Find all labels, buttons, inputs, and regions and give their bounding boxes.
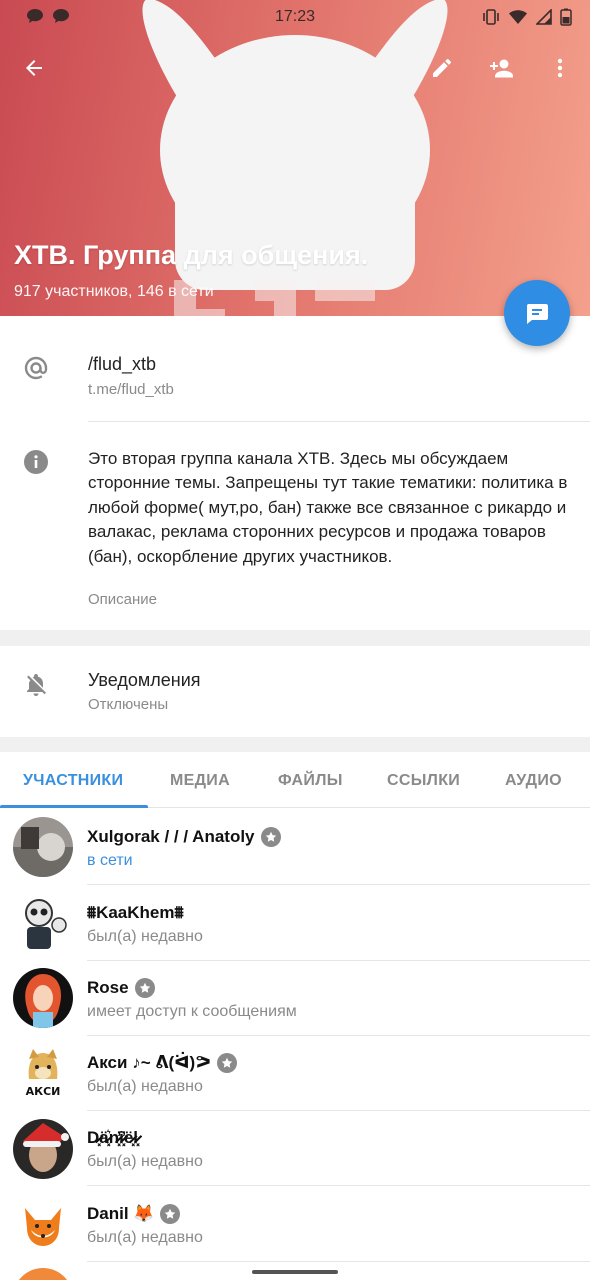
status-bar: 17:23 xyxy=(0,0,590,34)
member-name: Rose xyxy=(87,978,129,997)
group-title: XTB. Группа для общения. xyxy=(14,240,369,270)
member-status: был(а) недавно xyxy=(87,1078,203,1095)
member-name: Xulgorak / / / Anatoly xyxy=(87,827,255,846)
vibrate-icon xyxy=(483,9,499,25)
member-name: Акси ♪~ ᕕ(ᐛ)ᕗ xyxy=(87,1053,211,1072)
gesture-home-bar[interactable] xyxy=(252,1270,338,1274)
notifications-title: Уведомления xyxy=(88,670,201,690)
member-name: Danil 🦊 xyxy=(87,1204,155,1223)
wifi-icon xyxy=(509,10,527,24)
admin-star-icon xyxy=(134,978,155,998)
signal-icon xyxy=(536,9,552,25)
member-status: был(а) недавно xyxy=(87,1229,203,1246)
at-sign-icon xyxy=(22,354,50,382)
info-icon xyxy=(22,448,50,476)
edit-button[interactable] xyxy=(422,48,462,88)
section-gap xyxy=(0,630,590,646)
member-row[interactable]: Xulgorak / / / Anatoly в сети xyxy=(0,809,590,885)
member-status: имеет доступ к сообщениям xyxy=(87,1003,297,1020)
member-row[interactable]: Danil 🦊 был(а) недавно xyxy=(0,1186,590,1262)
description-label: Описание xyxy=(88,591,158,608)
media-tabs: УЧАСТНИКИ МЕДИА ФАЙЛЫ ССЫЛКИ АУДИО xyxy=(0,752,590,808)
divider xyxy=(88,421,590,422)
pencil-icon xyxy=(433,59,451,77)
member-status: был(а) недавно xyxy=(87,928,203,945)
chat-bubble-icon xyxy=(527,304,548,324)
tab-members[interactable]: УЧАСТНИКИ xyxy=(23,772,123,790)
add-member-button[interactable] xyxy=(481,48,521,88)
more-options-button[interactable] xyxy=(540,48,580,88)
tab-media[interactable]: МЕДИА xyxy=(170,772,230,790)
avatar xyxy=(13,1268,73,1280)
member-name: ⩩KaaKhem⩩ xyxy=(87,903,184,922)
divider xyxy=(87,1261,590,1262)
admin-star-icon xyxy=(160,1204,181,1224)
member-status: в сети xyxy=(87,852,133,869)
open-chat-button[interactable] xyxy=(504,280,570,346)
member-row[interactable]: ⩩KaaKhem⩩ был(а) недавно xyxy=(0,885,590,961)
battery-icon xyxy=(560,8,572,26)
tab-files[interactable]: ФАЙЛЫ xyxy=(278,772,343,790)
tab-links[interactable]: ССЫЛКИ xyxy=(387,772,460,790)
bell-off-icon xyxy=(22,671,50,699)
avatar xyxy=(13,1194,73,1254)
avatar xyxy=(13,817,73,877)
svg-text:АКСИ: АКСИ xyxy=(26,1085,61,1098)
member-row[interactable]: АКСИ Акси ♪~ ᕕ(ᐛ)ᕗ был(а) недавно xyxy=(0,1035,590,1111)
tab-audio[interactable]: АУДИО xyxy=(505,772,562,790)
tab-active-indicator xyxy=(0,805,148,808)
member-name: D̷̷̷̷͓ä̷̷͓͛n̷̷̷̷̷͓̓i̷̷̷̷̷̷͓̓ë̷̷̷̷̷̷͓l̷̷̷… xyxy=(87,1128,139,1147)
avatar xyxy=(13,893,73,953)
more-vert-icon xyxy=(557,58,563,78)
member-row[interactable]: D̷̷̷̷͓ä̷̷͓͛n̷̷̷̷̷͓̓i̷̷̷̷̷̷͓̓ë̷̷̷̷̷̷͓l̷̷̷… xyxy=(0,1110,590,1186)
avatar: АКСИ xyxy=(13,1043,73,1103)
person-add-icon xyxy=(490,59,513,78)
back-button[interactable] xyxy=(14,48,54,88)
admin-star-icon xyxy=(216,1053,237,1073)
username-link[interactable]: t.me/flud_xtb xyxy=(88,381,174,398)
avatar xyxy=(13,968,73,1028)
group-description: Это вторая группа канала XTB. Здесь мы о… xyxy=(88,449,568,566)
avatar xyxy=(13,1119,73,1179)
profile-header: 17:23 XTB. Группа для общения. 917 участ… xyxy=(0,0,590,316)
section-gap xyxy=(0,737,590,752)
username-value: /flud_xtb xyxy=(88,354,157,374)
arrow-left-icon xyxy=(26,60,42,76)
notifications-state: Отключены xyxy=(88,696,169,713)
group-member-count: 917 участников, 146 в сети xyxy=(14,283,214,300)
member-status: был(а) недавно xyxy=(87,1153,203,1170)
member-row[interactable]: Rose имеет доступ к сообщениям xyxy=(0,960,590,1036)
admin-star-icon xyxy=(260,827,281,847)
